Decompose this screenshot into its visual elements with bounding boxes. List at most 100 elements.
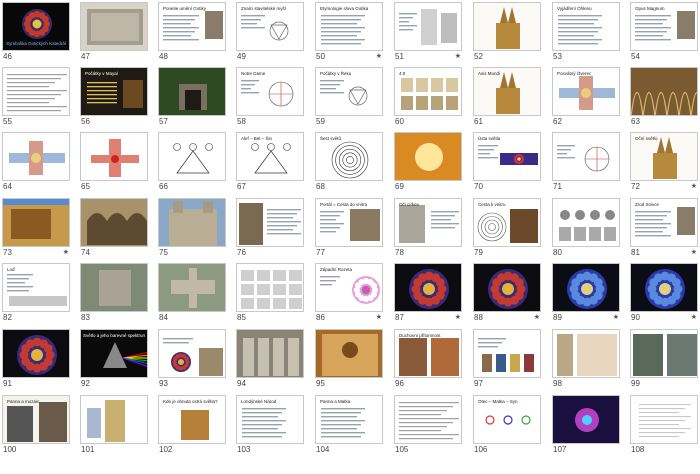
slide-thumbnail[interactable]: 75 xyxy=(158,198,226,262)
slide-thumbnail[interactable]: Londýnské Národ 103 xyxy=(236,395,304,459)
slide-thumbnail[interactable]: 88 ★ xyxy=(473,263,541,327)
slide-preview[interactable]: Šest světů xyxy=(315,132,383,181)
slide-thumbnail[interactable]: 76 xyxy=(236,198,304,262)
slide-thumbnail[interactable]: 99 xyxy=(630,329,698,393)
slide-thumbnail[interactable]: Opus Magnum 54 xyxy=(630,2,698,66)
slide-preview[interactable] xyxy=(394,2,462,51)
slide-thumbnail[interactable]: 107 xyxy=(552,395,620,459)
slide-thumbnail[interactable]: Symbolika Gotických Katedrál 46 xyxy=(2,2,70,66)
slide-thumbnail[interactable]: 94 xyxy=(236,329,304,393)
slide-thumbnail[interactable]: 87 ★ xyxy=(394,263,462,327)
slide-preview[interactable]: Kde je ohnuta ostrá světla? xyxy=(158,395,226,444)
slide-thumbnail[interactable]: Oční světlo 72 ★ xyxy=(630,132,698,196)
slide-thumbnail[interactable]: Posvátný čtverec 62 xyxy=(552,67,620,131)
slide-thumbnail[interactable]: Ústa světla 70 xyxy=(473,132,541,196)
slide-thumbnail[interactable]: 63 xyxy=(630,67,698,131)
slide-preview[interactable]: Axis Mundi xyxy=(473,67,541,116)
slide-thumbnail[interactable]: Oči církev 78 xyxy=(394,198,462,262)
slide-preview[interactable]: Symbolika Gotických Katedrál xyxy=(2,2,70,51)
slide-thumbnail[interactable]: 89 ★ xyxy=(552,263,620,327)
slide-preview[interactable]: Oční světlo xyxy=(630,132,698,181)
slide-preview[interactable]: Loď xyxy=(2,263,70,312)
slide-thumbnail[interactable]: 71 xyxy=(552,132,620,196)
slide-thumbnail[interactable]: Kde je ohnuta ostrá světla? 102 xyxy=(158,395,226,459)
slide-preview[interactable]: Ponetie umění Gotiky xyxy=(158,2,226,51)
slide-thumbnail[interactable]: 90 ★ xyxy=(630,263,698,327)
slide-preview[interactable] xyxy=(630,329,698,378)
slide-preview[interactable] xyxy=(158,329,226,378)
slide-preview[interactable]: Světlo a jeho barevné spektrum xyxy=(80,329,148,378)
slide-preview[interactable]: Etymologie slova Gotika xyxy=(315,2,383,51)
slide-preview[interactable] xyxy=(80,395,148,444)
slide-thumbnail[interactable]: 108 xyxy=(630,395,698,459)
slide-thumbnail[interactable]: Počátky v Řeku 59 xyxy=(315,67,383,131)
slide-thumbnail[interactable]: Loď 82 xyxy=(2,263,70,327)
slide-preview[interactable]: Zrod Snivce xyxy=(630,198,698,247)
slide-thumbnail[interactable]: 95 xyxy=(315,329,383,393)
slide-preview[interactable] xyxy=(552,329,620,378)
slide-preview[interactable]: Ústa světla xyxy=(473,132,541,181)
slide-thumbnail[interactable]: Otec – Matka – Syn 106 xyxy=(473,395,541,459)
slide-thumbnail[interactable]: Vyjádření Ohlenu 53 xyxy=(552,2,620,66)
slide-preview[interactable]: Počátky v Mayal xyxy=(80,67,148,116)
slide-thumbnail[interactable]: Duchovní přítomnost 96 xyxy=(394,329,462,393)
slide-preview[interactable] xyxy=(236,198,304,247)
slide-thumbnail[interactable]: 73 ★ xyxy=(2,198,70,262)
slide-thumbnail[interactable]: Počátky v Mayal 56 xyxy=(80,67,148,131)
slide-thumbnail[interactable]: Portál = Cesta do vnitra 77 xyxy=(315,198,383,262)
slide-preview[interactable] xyxy=(394,395,462,444)
slide-thumbnail[interactable]: Ponetie umění Gotiky 48 xyxy=(158,2,226,66)
slide-thumbnail[interactable]: 55 xyxy=(2,67,70,131)
slide-thumbnail[interactable]: 93 xyxy=(158,329,226,393)
slide-preview[interactable] xyxy=(315,329,383,378)
slide-thumbnail[interactable]: 84 xyxy=(158,263,226,327)
slide-thumbnail[interactable]: Panna a Matka 104 xyxy=(315,395,383,459)
slide-thumbnail[interactable]: Panna a mozaic 100 xyxy=(2,395,70,459)
slide-preview[interactable]: Londýnské Národ xyxy=(236,395,304,444)
slide-thumbnail[interactable]: Alef – Bet – Šin 67 xyxy=(236,132,304,196)
slide-preview[interactable]: Počátky v Řeku xyxy=(315,67,383,116)
slide-preview[interactable] xyxy=(158,198,226,247)
slide-preview[interactable] xyxy=(158,263,226,312)
slide-thumbnail[interactable]: 80 xyxy=(552,198,620,262)
slide-preview[interactable] xyxy=(2,198,70,247)
slide-preview[interactable] xyxy=(394,132,462,181)
slide-preview[interactable]: Západní Rozeta xyxy=(315,263,383,312)
slide-preview[interactable] xyxy=(473,2,541,51)
slide-preview[interactable] xyxy=(2,132,70,181)
slide-preview[interactable] xyxy=(158,67,226,116)
slide-thumbnail[interactable]: 65 xyxy=(80,132,148,196)
slide-preview[interactable] xyxy=(236,329,304,378)
slide-preview[interactable] xyxy=(158,132,226,181)
slide-thumbnail[interactable]: Znalci stavitelské myšl 49 xyxy=(236,2,304,66)
slide-preview[interactable] xyxy=(2,67,70,116)
slide-thumbnail[interactable]: Zrod Snivce 81 ★ xyxy=(630,198,698,262)
slide-preview[interactable]: Znalci stavitelské myšl xyxy=(236,2,304,51)
slide-thumbnail[interactable]: 4:0 60 xyxy=(394,67,462,131)
slide-thumbnail[interactable]: 47 xyxy=(80,2,148,66)
slide-thumbnail[interactable]: Světlo a jeho barevné spektrum 92 xyxy=(80,329,148,393)
slide-preview[interactable] xyxy=(630,395,698,444)
slide-preview[interactable] xyxy=(552,198,620,247)
slide-thumbnail[interactable]: 74 xyxy=(80,198,148,262)
slide-thumbnail[interactable]: 66 xyxy=(158,132,226,196)
slide-preview[interactable]: Panna a mozaic xyxy=(2,395,70,444)
slide-preview[interactable]: Alef – Bet – Šin xyxy=(236,132,304,181)
slide-preview[interactable]: Duchovní přítomnost xyxy=(394,329,462,378)
slide-thumbnail[interactable]: 57 xyxy=(158,67,226,131)
slide-thumbnail[interactable]: Šest světů 68 xyxy=(315,132,383,196)
slide-preview[interactable] xyxy=(552,395,620,444)
slide-preview[interactable] xyxy=(473,329,541,378)
slide-preview[interactable]: Panna a Matka xyxy=(315,395,383,444)
slide-thumbnail[interactable]: 101 xyxy=(80,395,148,459)
slide-preview[interactable] xyxy=(394,263,462,312)
slide-thumbnail[interactable]: Cesta k vnitru 79 xyxy=(473,198,541,262)
slide-preview[interactable] xyxy=(80,132,148,181)
slide-thumbnail[interactable]: 69 xyxy=(394,132,462,196)
slide-thumbnail[interactable]: 52 xyxy=(473,2,541,66)
slide-preview[interactable]: Vyjádření Ohlenu xyxy=(552,2,620,51)
slide-thumbnail[interactable]: Notre Dame 58 xyxy=(236,67,304,131)
slide-thumbnail[interactable]: 51 ★ xyxy=(394,2,462,66)
slide-preview[interactable]: Oči církev xyxy=(394,198,462,247)
slide-preview[interactable]: Cesta k vnitru xyxy=(473,198,541,247)
